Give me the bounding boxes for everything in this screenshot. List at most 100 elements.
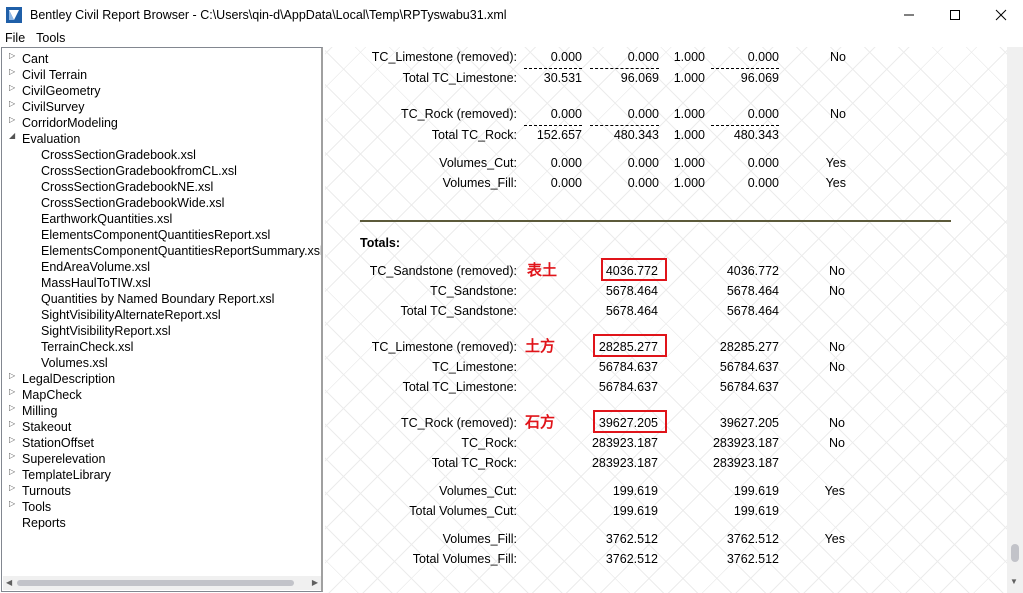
menu-file[interactable]: File [0,30,31,46]
value-cell: 96.069 [620,71,659,85]
value-cell: 0.000 [550,50,582,64]
tree-child-item[interactable]: ElementsComponentQuantitiesReport.xsl [41,227,270,243]
tree-horizontal-scrollbar[interactable]: ◀ ▶ [3,576,321,590]
report-row: Volumes_Fill: 0.000 0.000 1.000 0.000 Yes [325,174,1007,192]
value-cell: 0.000 [627,176,659,190]
tree-child-item[interactable]: CrossSectionGradebookfromCL.xsl [41,163,237,179]
tree-item[interactable]: Reports [22,515,66,531]
report-vertical-scrollbar[interactable]: ▼ [1007,47,1023,593]
flag-cell: No [829,264,845,278]
expand-arrow-icon[interactable]: ▷ [9,83,17,99]
totals-row: TC_Sandstone: 5678.464 5678.464 No [325,282,1007,300]
section-divider [360,220,951,222]
flag-cell: No [829,416,845,430]
expand-arrow-icon[interactable]: ▷ [9,67,17,83]
value-cell: 0.000 [627,107,659,121]
value-cell: 1.000 [673,176,705,190]
title-bar: Bentley Civil Report Browser - C:\Users\… [0,0,1023,30]
minimize-button[interactable] [886,0,932,30]
no-arrow [9,515,17,531]
expand-arrow-icon[interactable]: ▷ [9,451,17,467]
tree-child-item[interactable]: EarthworkQuantities.xsl [41,211,172,227]
collapse-arrow-icon[interactable]: ◢ [9,131,17,147]
maximize-button[interactable] [932,0,978,30]
flag-cell: Yes [824,532,845,546]
total-value-cell: 283923.187 [591,436,658,450]
tree-item[interactable]: Stakeout [22,419,71,435]
value-cell: 0.000 [550,156,582,170]
menu-tools[interactable]: Tools [31,30,71,46]
maximize-icon [950,10,960,20]
flag-cell: Yes [825,176,846,190]
expand-arrow-icon[interactable]: ▷ [9,435,17,451]
tree-item[interactable]: StationOffset [22,435,94,451]
window-title: Bentley Civil Report Browser - C:\Users\… [30,8,507,22]
expand-arrow-icon[interactable]: ▷ [9,419,17,435]
row-label: TC_Rock (removed): [401,107,517,121]
value-cell: 480.343 [613,128,659,142]
tree-child-item[interactable]: TerrainCheck.xsl [41,339,133,355]
tree-child-item[interactable]: SightVisibilityReport.xsl [41,323,171,339]
report-tree[interactable]: ◀ ▶ ▷ Cant ▷ Civil Terrain ▷ CivilGeometry ▷ Ci… [1,47,323,592]
tree-item[interactable]: Civil Terrain [22,67,87,83]
tree-item[interactable]: Turnouts [22,483,71,499]
tree-child-item[interactable]: Volumes.xsl [41,355,108,371]
tree-item[interactable]: Tools [22,499,51,515]
tree-child-item[interactable]: CrossSectionGradebook.xsl [41,147,196,163]
expand-arrow-icon[interactable]: ▷ [9,483,17,499]
tree-item[interactable]: Milling [22,403,57,419]
tree-child-item[interactable]: Quantities by Named Boundary Report.xsl [41,291,274,307]
value-cell: 30.531 [543,71,582,85]
tree-item[interactable]: Cant [22,51,48,67]
tree-item[interactable]: LegalDescription [22,371,115,387]
tree-child-item[interactable]: CrossSectionGradebookWide.xsl [41,195,224,211]
expand-arrow-icon[interactable]: ▷ [9,51,17,67]
tree-item[interactable]: CivilSurvey [22,99,85,115]
value-cell: 1.000 [673,71,705,85]
expand-arrow-icon[interactable]: ▷ [9,467,17,483]
report-row: TC_Rock (removed): 0.000 0.000 1.000 0.000 No [325,105,1007,126]
row-label: TC_Sandstone: [430,284,517,298]
row-label: Volumes_Cut: [439,156,517,170]
total-value-cell: 56784.637 [719,360,779,374]
row-label: Total TC_Limestone: [402,71,517,85]
value-cell: 0.000 [627,50,659,64]
scroll-left-icon[interactable]: ◀ [6,578,12,587]
tree-scroll-thumb[interactable] [17,580,294,586]
report-scroll-thumb[interactable] [1011,544,1019,562]
value-cell: 1.000 [673,107,705,121]
row-label: Total Volumes_Fill: [412,552,517,566]
annotation-label: 表土 [527,261,558,279]
tree-child-item[interactable]: ElementsComponentQuantitiesReportSummary… [41,243,321,259]
flag-cell: No [829,360,845,374]
tree-child-item[interactable]: CrossSectionGradebookNE.xsl [41,179,213,195]
tree-child-item[interactable]: MassHaulToTIW.xsl [41,275,151,291]
expand-arrow-icon[interactable]: ▷ [9,403,17,419]
expand-arrow-icon[interactable]: ▷ [9,499,17,515]
expand-arrow-icon[interactable]: ▷ [9,371,17,387]
tree-item[interactable]: CivilGeometry [22,83,101,99]
tree-item[interactable]: CorridorModeling [22,115,118,131]
scroll-down-icon[interactable]: ▼ [1010,577,1018,586]
tree-child-item[interactable]: EndAreaVolume.xsl [41,259,150,275]
tree-item[interactable]: Superelevation [22,451,105,467]
totals-row: TC_Sandstone (removed): 4036.772 4036.772 N… [325,258,1007,281]
totals-row: Total Volumes_Cut: 199.619 199.619 [325,502,1007,520]
total-value-cell: 5678.464 [605,304,658,318]
tree-child-item[interactable]: SightVisibilityAlternateReport.xsl [41,307,221,323]
expand-arrow-icon[interactable]: ▷ [9,387,17,403]
tree-item[interactable]: MapCheck [22,387,82,403]
totals-row: Total TC_Sandstone: 5678.464 5678.464 [325,302,1007,320]
tree-item[interactable]: Evaluation [22,131,80,147]
scroll-right-icon[interactable]: ▶ [312,578,318,587]
total-value-cell: 4036.772 [726,264,779,278]
totals-row: Total TC_Rock: 283923.187 283923.187 [325,454,1007,472]
expand-arrow-icon[interactable]: ▷ [9,115,17,131]
report-row: Total TC_Limestone: 30.531 96.069 1.000 96.0… [325,69,1007,87]
annotation-label: 土方 [525,337,556,355]
tree-item[interactable]: TemplateLibrary [22,467,111,483]
value-cell: 1.000 [673,156,705,170]
expand-arrow-icon[interactable]: ▷ [9,99,17,115]
totals-row: Total Volumes_Fill: 3762.512 3762.512 [325,550,1007,568]
close-button[interactable] [978,0,1023,30]
